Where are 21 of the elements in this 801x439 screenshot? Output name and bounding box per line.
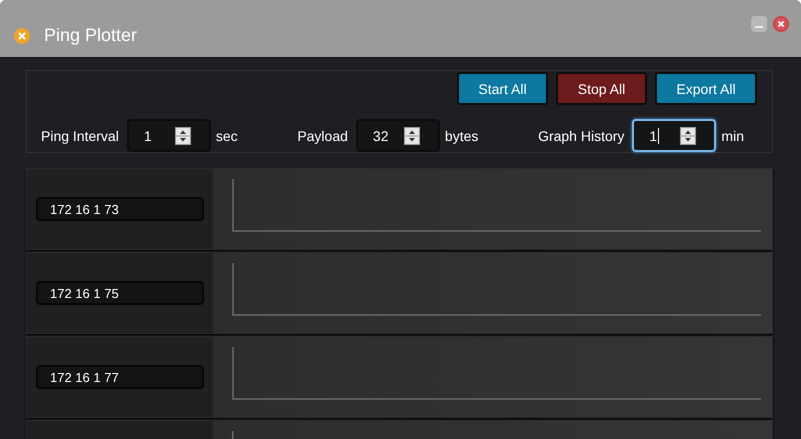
spinner-icon[interactable]: [404, 126, 420, 144]
window-title: Ping Plotter: [44, 25, 138, 46]
setting-label: Payload: [297, 128, 348, 144]
host-field[interactable]: 172 16 1 75: [36, 281, 204, 305]
unit-label: min: [721, 128, 744, 144]
spinner-icon[interactable]: [680, 126, 696, 144]
close-icon[interactable]: [773, 16, 789, 32]
number-field[interactable]: 1: [632, 119, 716, 152]
setting-label: Graph History: [538, 128, 624, 144]
unit-label: sec: [216, 128, 238, 144]
setting-label: Ping Interval: [41, 128, 119, 144]
start-button[interactable]: Start All: [457, 72, 548, 105]
number-field[interactable]: 32: [356, 119, 440, 152]
export-button[interactable]: Export All: [655, 72, 757, 105]
unit-label: bytes: [444, 128, 478, 144]
stop-button[interactable]: Stop All: [556, 72, 647, 105]
host-field[interactable]: 172 16 1 73: [36, 197, 204, 221]
host-field[interactable]: 172 16 1 77: [36, 365, 204, 389]
app-icon: [14, 28, 30, 44]
number-field[interactable]: 1: [126, 119, 211, 152]
spinner-icon[interactable]: [174, 126, 191, 144]
